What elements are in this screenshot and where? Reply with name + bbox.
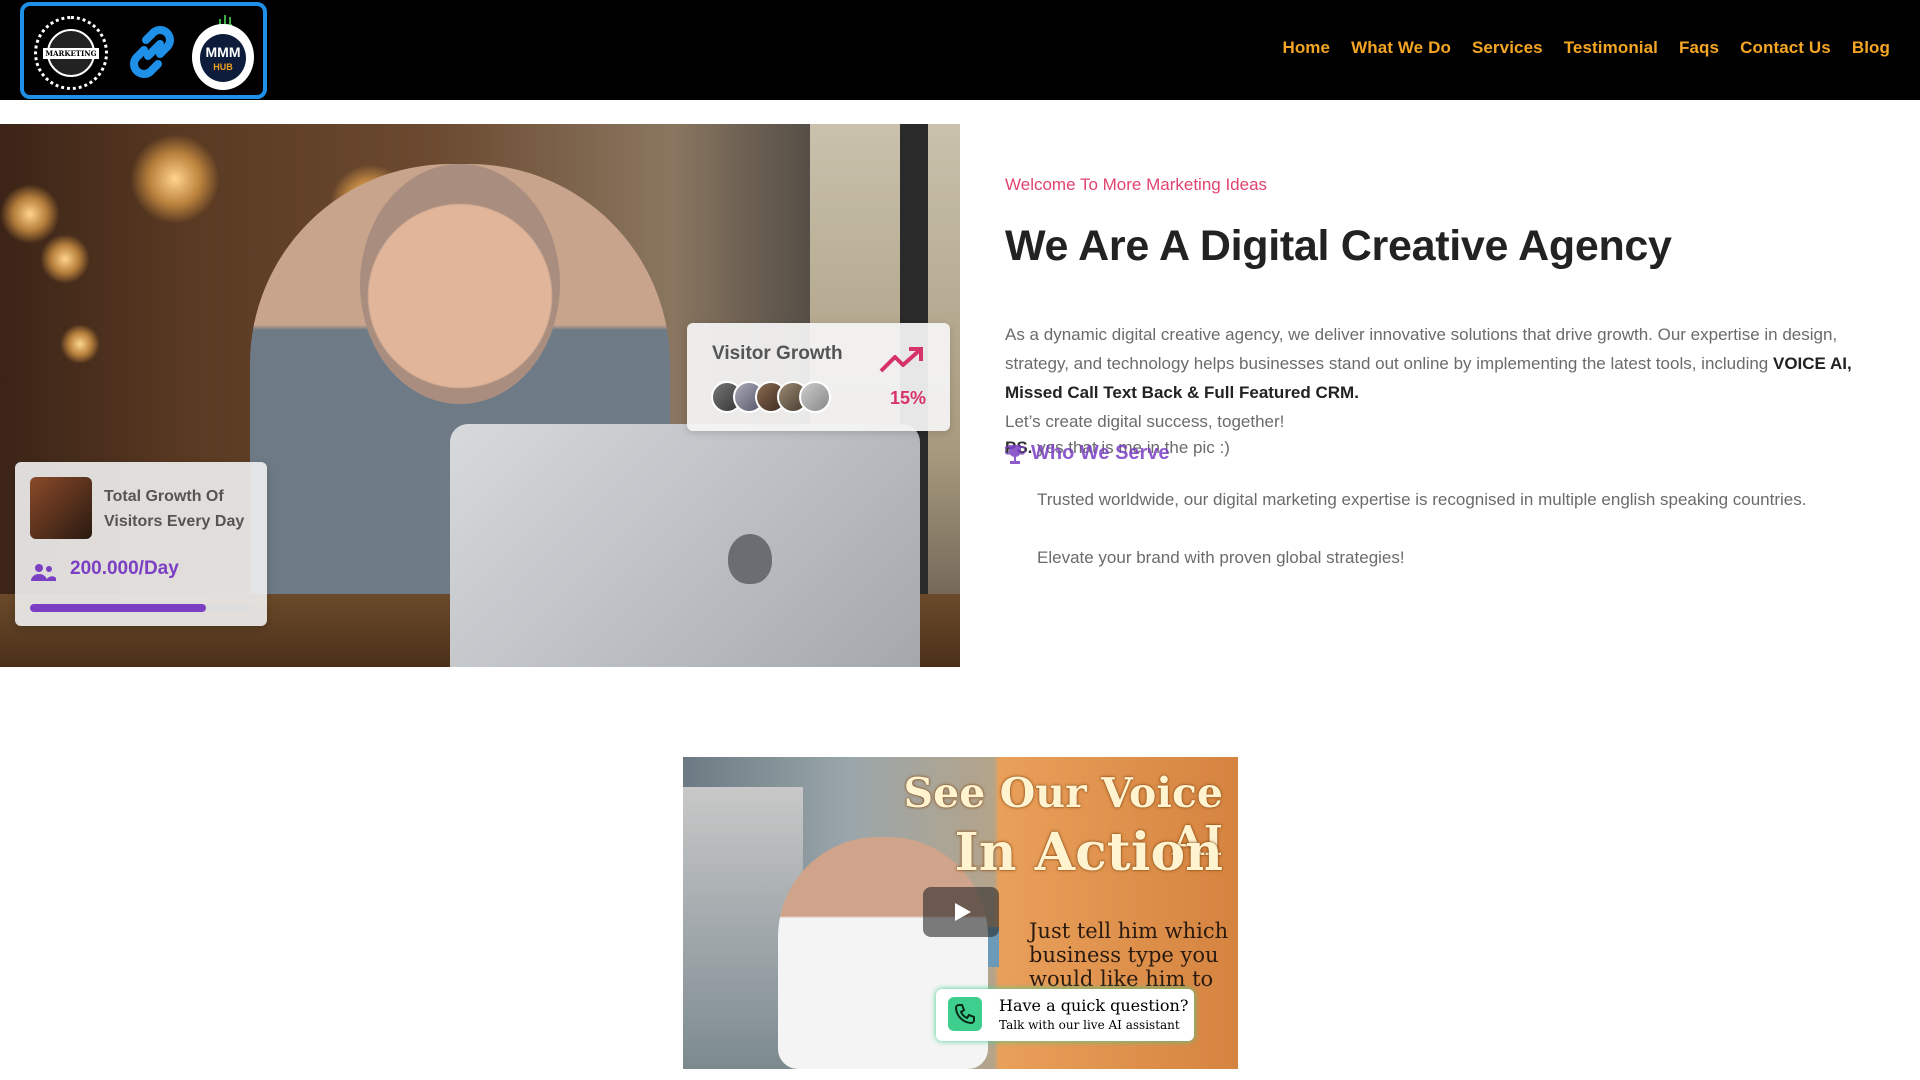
logo-hub-text: HUB [213,62,233,72]
visitor-growth-title: Visitor Growth [712,343,843,364]
ai-assistant-cta[interactable]: Have a quick question? Talk with our liv… [936,989,1194,1041]
intro-description: As a dynamic digital creative agency, we… [1005,320,1905,436]
nav-blog[interactable]: Blog [1852,38,1890,58]
link-icon [130,26,174,78]
visitors-per-day: 200.000/Day [70,558,179,579]
total-growth-text: Total Growth Of Visitors Every Day [104,488,245,530]
intro-description-text: As a dynamic digital creative agency, we… [1005,325,1838,373]
nav-services[interactable]: Services [1472,38,1543,58]
phone-icon [948,997,982,1031]
trending-up-icon [879,347,923,373]
page-title: We Are A Digital Creative Agency [1005,222,1672,270]
cta-title: Have a quick question? [999,996,1189,1015]
main-nav: Home What We Do Services Testimonial Faq… [1282,38,1890,58]
elevate-text: Elevate your brand with proven global st… [1037,548,1405,567]
video-title-line2: In Action [954,822,1223,883]
nav-contact-us[interactable]: Contact Us [1740,38,1831,58]
who-we-serve-label: Who We Serve [1031,442,1170,464]
cafe-thumbnail [30,477,92,539]
logo-mmm-text: MMM [205,44,241,60]
site-header: MARKETING MMM HUB Home What We Do Servic… [0,0,1920,100]
welcome-tagline: Welcome To More Marketing Ideas [1005,175,1268,194]
site-logo[interactable]: MARKETING MMM HUB [20,2,267,99]
cta-subtitle: Talk with our live AI assistant [999,1018,1180,1032]
who-we-serve-heading: Who We Serve [1005,442,1170,465]
marketing-badge-logo: MARKETING [34,16,108,90]
nav-faqs[interactable]: Faqs [1679,38,1719,58]
nav-what-we-do[interactable]: What We Do [1351,38,1451,58]
trophy-icon [1005,444,1025,464]
intro-closing: Let’s create digital success, together! [1005,412,1285,431]
video-subtitle: Just tell him which business type you wo… [1029,919,1229,991]
voice-ai-video[interactable]: See Our Voice AI In Action Just tell him… [683,757,1238,1069]
trusted-text: Trusted worldwide, our digital marketing… [1037,490,1807,509]
mmm-hub-logo: MMM HUB [190,15,256,94]
growth-progress-fill [30,604,206,612]
visitor-avatars [711,381,831,413]
logo-badge-text: MARKETING [43,48,99,59]
play-button[interactable] [923,887,999,937]
growth-progress-track [30,604,250,612]
visitor-growth-card: Visitor Growth 15% [687,323,950,431]
users-icon [31,564,56,581]
avatar [799,381,831,413]
visitor-growth-percent: 15% [890,388,927,408]
nav-testimonial[interactable]: Testimonial [1564,38,1658,58]
total-growth-card: Total Growth Of Visitors Every Day 200.0… [15,462,267,626]
apple-logo-icon [728,534,772,584]
nav-home[interactable]: Home [1282,38,1330,58]
